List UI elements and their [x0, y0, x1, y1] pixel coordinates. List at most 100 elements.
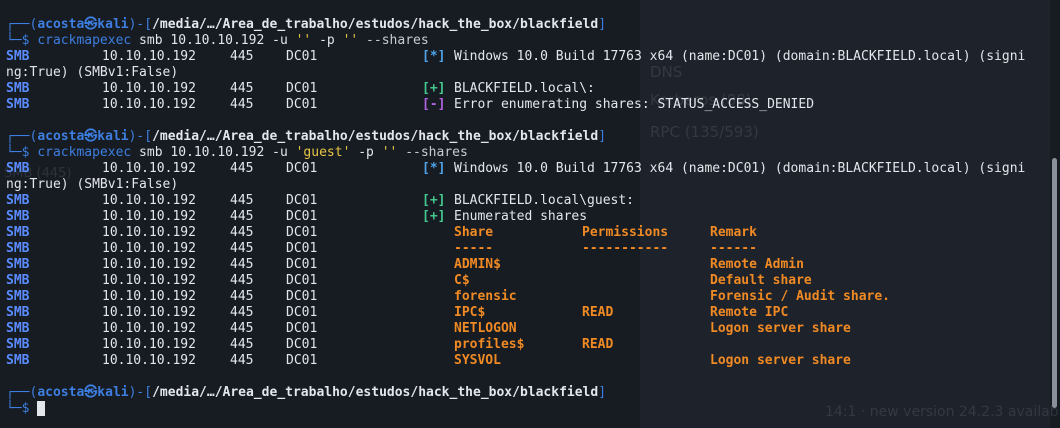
hostname: DC01 [286, 273, 318, 288]
vertical-scrollbar[interactable] [1052, 158, 1057, 408]
hostname: DC01 [286, 257, 318, 272]
hostname: DC01 [286, 353, 318, 368]
prompt-at-symbol: ㉿ [84, 17, 98, 32]
share-row: SMB 10.10.10.192 445 DC01 ADMIN$ Remote Admin [6, 257, 1050, 273]
hostname: DC01 [286, 161, 318, 176]
share-permissions [582, 257, 710, 273]
prompt-user: acosta [37, 385, 85, 400]
hostname: DC01 [286, 49, 318, 64]
output-message: BLACKFIELD.local\: [454, 81, 595, 96]
output-line-wrap: ng:True) (SMBv1:False) [6, 177, 1050, 193]
protocol-label: SMB [6, 353, 30, 368]
ip-address: 10.10.10.192 [102, 241, 196, 256]
port: 445 [230, 257, 254, 272]
command-line: └─$ crackmapexec smb 10.10.10.192 -u '' … [6, 33, 1050, 49]
prompt-user: acosta [37, 129, 85, 144]
column-header-share: Share [454, 225, 494, 240]
success-flag: [+] [422, 81, 446, 96]
command-string: '' [381, 145, 398, 160]
terminal-window[interactable]: DNS Kerberos (88) RPC (135/593) SMB (445… [0, 0, 1060, 428]
text-cursor[interactable] [37, 401, 46, 416]
prompt-host: kali [97, 17, 129, 32]
share-remark: Remote IPC [710, 305, 789, 320]
protocol-label: SMB [6, 209, 30, 224]
protocol-label: SMB [6, 289, 30, 304]
protocol-label: SMB [6, 161, 30, 176]
prompt-frame: ┌──( [6, 129, 38, 144]
port: 445 [230, 305, 254, 320]
prompt-line-top: ┌──(acosta ㉿ kali)-[/media/…/Area_de_traba… [6, 385, 1050, 401]
share-row: SMB 10.10.10.192 445 DC01 profiles$ READ [6, 337, 1050, 353]
prompt-path: /media/…/Area_de_trabalho/estudos/hack_t… [152, 129, 599, 144]
ip-address: 10.10.10.192 [102, 337, 196, 352]
ip-address: 10.10.10.192 [102, 289, 196, 304]
port: 445 [230, 81, 254, 96]
output-message: Error enumerating shares: STATUS_ACCESS_… [454, 97, 815, 112]
prompt-frame: ] [598, 17, 607, 32]
port: 445 [230, 321, 254, 336]
hostname: DC01 [286, 97, 318, 112]
output-message: Windows 10.0 Build 17763 x64 (name:DC01)… [454, 49, 1026, 64]
share-row: SMB 10.10.10.192 445 DC01 forensic Forensic /… [6, 289, 1050, 305]
share-permissions [582, 353, 710, 369]
hostname: DC01 [286, 81, 318, 96]
column-underline: ------ [710, 241, 757, 256]
prompt-at-symbol: ㉿ [84, 385, 98, 400]
command-args: smb 10.10.10.192 -u [131, 145, 296, 160]
prompt-line-top: ┌──(acosta ㉿ kali)-[/media/…/Area_de_traba… [6, 17, 1050, 33]
ip-address: 10.10.10.192 [102, 321, 196, 336]
hostname: DC01 [286, 321, 318, 336]
command-args: smb 10.10.10.192 -u [131, 33, 296, 48]
share-row: SMB 10.10.10.192 445 DC01 C$ Default share [6, 273, 1050, 289]
port: 445 [230, 193, 254, 208]
share-remark: Forensic / Audit share. [710, 289, 891, 304]
ip-address: 10.10.10.192 [102, 49, 196, 64]
ip-address: 10.10.10.192 [102, 257, 196, 272]
ip-address: 10.10.10.192 [102, 273, 196, 288]
output-line: SMB 10.10.10.192 445 DC01 [+] BLACKFIELD.loca… [6, 193, 1050, 209]
ip-address: 10.10.10.192 [102, 209, 196, 224]
column-underline: ----- [454, 241, 494, 256]
ip-address: 10.10.10.192 [102, 193, 196, 208]
hostname: DC01 [286, 193, 318, 208]
output-line-wrap: ng:True) (SMBv1:False) [6, 65, 1050, 81]
info-flag: [*] [422, 161, 446, 176]
share-remark: Logon server share [710, 321, 851, 336]
hostname: DC01 [286, 241, 318, 256]
prompt-user: acosta [37, 17, 85, 32]
share-row: SMB 10.10.10.192 445 DC01 IPC$ READ Remote IPC [6, 305, 1050, 321]
column-header-permissions: Permissions [582, 225, 669, 240]
port: 445 [230, 97, 254, 112]
output-line: SMB 10.10.10.192 445 DC01 [+] Enumerated shar… [6, 209, 1050, 225]
output-message: ng:True) (SMBv1:False) [6, 177, 179, 192]
port: 445 [230, 161, 254, 176]
prompt-path: /media/…/Area_de_trabalho/estudos/hack_t… [152, 385, 599, 400]
terminal-output[interactable]: ┌──(acosta ㉿ kali)-[/media/…/Area_de_traba… [6, 17, 1050, 417]
prompt-host: kali [97, 129, 129, 144]
command-line: └─$ crackmapexec smb 10.10.10.192 -u 'gu… [6, 145, 1050, 161]
command-input-line[interactable]: └─$ [6, 401, 1050, 417]
share-remark [710, 337, 1050, 353]
share-name: profiles$ [454, 337, 525, 352]
port: 445 [230, 225, 254, 240]
protocol-label: SMB [6, 97, 30, 112]
share-name: ADMIN$ [454, 257, 501, 272]
prompt-frame: ] [598, 385, 607, 400]
prompt-frame: )-[ [128, 129, 153, 144]
port: 445 [230, 273, 254, 288]
hostname: DC01 [286, 337, 318, 352]
prompt-frame: ┌──( [6, 385, 38, 400]
ip-address: 10.10.10.192 [102, 81, 196, 96]
hostname: DC01 [286, 305, 318, 320]
command-option: --shares [358, 33, 429, 48]
protocol-label: SMB [6, 241, 30, 256]
share-name: forensic [454, 289, 517, 304]
